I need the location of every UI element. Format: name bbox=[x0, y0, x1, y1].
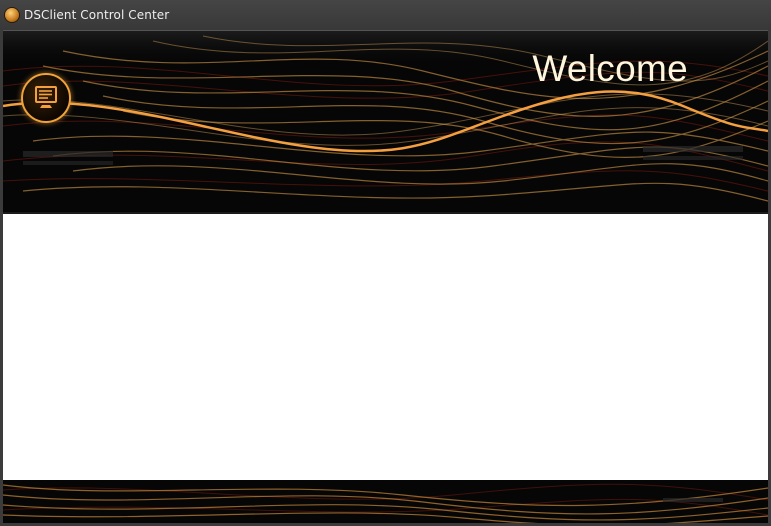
decorative-waves-footer bbox=[3, 480, 768, 523]
title-bar[interactable]: DSClient Control Center bbox=[0, 0, 771, 30]
computer-monitor-icon bbox=[21, 73, 71, 123]
window-title: DSClient Control Center bbox=[24, 8, 170, 22]
dsclient-app-icon bbox=[5, 8, 19, 22]
footer-banner bbox=[3, 480, 768, 523]
header-banner: Welcome bbox=[3, 30, 768, 213]
welcome-heading: Welcome bbox=[532, 48, 688, 89]
app-window: DSClient Control Center Welcome bbox=[0, 0, 771, 526]
main-content-area bbox=[3, 212, 768, 482]
